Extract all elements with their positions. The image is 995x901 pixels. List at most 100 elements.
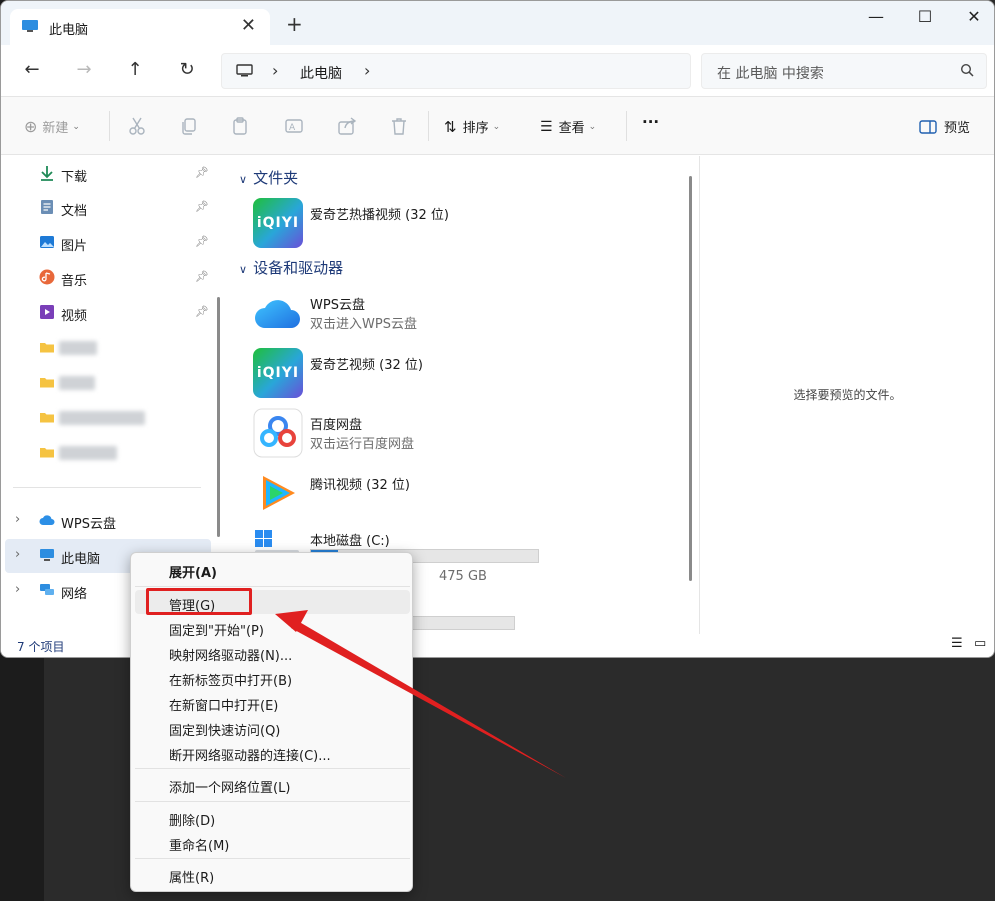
preview-pane-button[interactable]: 预览 — [919, 117, 970, 136]
item-name: 爱奇艺视频 (32 位) — [310, 358, 423, 373]
sidebar-item-label: 音乐 — [61, 274, 88, 289]
network-icon — [40, 584, 54, 595]
sidebar-item-label: 网络 — [61, 587, 88, 602]
iqiyi-icon: iQIYI — [253, 198, 303, 248]
device-item[interactable]: iQIYI 爱奇艺视频 (32 位) — [253, 348, 693, 400]
details-view-icon[interactable]: ☰ — [951, 636, 963, 651]
redacted-label — [59, 446, 117, 460]
toolbar-divider — [626, 111, 627, 141]
view-list-icon: ☰ — [540, 118, 553, 135]
sidebar-item-label: 下载 — [61, 170, 88, 185]
delete-icon[interactable] — [389, 116, 409, 136]
content-scrollbar[interactable] — [689, 176, 692, 581]
preview-message: 选择要预览的文件。 — [793, 388, 902, 402]
copy-icon[interactable] — [179, 116, 199, 136]
forward-button[interactable]: → — [72, 59, 96, 80]
device-item[interactable]: 百度网盘 双击运行百度网盘 — [253, 408, 693, 460]
minimize-button[interactable]: — — [856, 7, 896, 26]
menu-item-open-new-window[interactable]: 在新窗口中打开(E) — [169, 695, 278, 714]
preview-pane: 选择要预览的文件。 — [699, 156, 994, 634]
sidebar-item-pictures[interactable]: 图片 📌︎ — [1, 226, 211, 260]
sidebar-item-redacted-folder[interactable] — [1, 401, 211, 435]
search-input[interactable]: 在 此电脑 中搜索 — [717, 63, 824, 83]
paste-icon[interactable] — [231, 116, 251, 136]
tab-this-pc[interactable]: 此电脑 ✕ — [10, 9, 270, 45]
share-icon[interactable] — [337, 116, 357, 136]
sidebar-item-videos[interactable]: 视频 📌︎ — [1, 296, 211, 330]
new-tab-button[interactable]: + — [286, 14, 303, 34]
sidebar-item-music[interactable]: 音乐 📌︎ — [1, 261, 211, 295]
chevron-right-icon[interactable]: › — [272, 61, 278, 80]
search-box[interactable]: 在 此电脑 中搜索 — [701, 53, 987, 89]
tab-close-icon[interactable]: ✕ — [241, 15, 256, 36]
breadcrumb-this-pc[interactable]: 此电脑 — [300, 63, 342, 83]
menu-item-expand[interactable]: 展开(A) — [169, 562, 217, 581]
music-icon — [39, 269, 55, 285]
chevron-down-icon: ∨ — [239, 173, 248, 186]
pin-icon[interactable]: 📌︎ — [195, 270, 209, 283]
sort-button-label: 排序 — [462, 121, 489, 136]
sort-button[interactable]: ⇅ 排序 ⌄ — [444, 117, 500, 137]
menu-item-delete[interactable]: 删除(D) — [169, 810, 215, 829]
cloud-icon — [39, 515, 55, 525]
up-button[interactable]: ↑ — [123, 59, 147, 80]
sidebar-item-redacted-folder[interactable] — [1, 366, 211, 400]
menu-item-disconnect-network-drive[interactable]: 断开网络驱动器的连接(C)... — [169, 745, 331, 764]
maximize-button[interactable]: ☐ — [905, 7, 945, 26]
address-bar[interactable]: › 此电脑 › — [221, 53, 691, 89]
group-header-devices[interactable]: ∨ 设备和驱动器 — [239, 257, 343, 278]
sidebar-item-label: WPS云盘 — [61, 517, 116, 532]
menu-item-pin-quick-access[interactable]: 固定到快速访问(Q) — [169, 720, 280, 739]
chevron-right-icon[interactable]: › — [15, 512, 20, 527]
pictures-icon — [40, 236, 54, 248]
menu-item-open-new-tab[interactable]: 在新标签页中打开(B) — [169, 670, 292, 689]
pin-icon[interactable]: 📌︎ — [195, 166, 209, 179]
sidebar-item-wps-cloud[interactable]: › WPS云盘 — [1, 504, 211, 538]
menu-item-pin-to-start[interactable]: 固定到"开始"(P) — [169, 620, 264, 639]
chevron-down-icon: ⌄ — [72, 121, 80, 132]
title-bar: 此电脑 ✕ + — ☐ ✕ — [1, 1, 994, 45]
sidebar-item-label: 图片 — [61, 239, 88, 254]
group-header-label: 文件夹 — [253, 169, 299, 187]
refresh-button[interactable]: ↻ — [175, 59, 199, 80]
sidebar-item-redacted-folder[interactable] — [1, 331, 211, 365]
group-header-folders[interactable]: ∨ 文件夹 — [239, 167, 298, 188]
navigation-bar: ← → ↑ ↻ › 此电脑 › 在 此电脑 中搜索 — [1, 45, 994, 97]
chevron-down-icon: ⌄ — [588, 121, 597, 132]
back-button[interactable]: ← — [20, 59, 44, 80]
menu-item-properties[interactable]: 属性(R) — [169, 867, 214, 886]
view-button[interactable]: ☰ 查看 ⌄ — [540, 117, 597, 137]
rename-icon[interactable]: A — [284, 116, 304, 136]
sidebar-scrollbar[interactable] — [217, 297, 220, 537]
folder-item[interactable]: iQIYI 爱奇艺热播视频 (32 位) — [253, 198, 693, 250]
chevron-right-icon[interactable]: › — [364, 61, 370, 80]
sidebar-item-downloads[interactable]: 下载 📌︎ — [1, 157, 211, 191]
device-item[interactable]: WPS云盘 双击进入WPS云盘 — [253, 288, 693, 340]
sidebar-item-redacted-folder[interactable] — [1, 436, 211, 470]
menu-divider — [135, 858, 410, 859]
close-window-button[interactable]: ✕ — [954, 7, 994, 26]
chevron-right-icon[interactable]: › — [15, 547, 20, 562]
pin-icon[interactable]: 📌︎ — [195, 235, 209, 248]
sidebar-item-documents[interactable]: 文档 📌︎ — [1, 191, 211, 225]
pin-icon[interactable]: 📌︎ — [195, 200, 209, 213]
chevron-right-icon[interactable]: › — [15, 582, 20, 597]
item-name: WPS云盘 — [310, 298, 365, 313]
cut-icon[interactable] — [127, 116, 147, 136]
redacted-label — [59, 341, 97, 355]
new-button[interactable]: ⊕ 新建 ⌄ — [24, 117, 80, 136]
menu-item-map-network-drive[interactable]: 映射网络驱动器(N)... — [169, 645, 292, 664]
document-icon — [41, 200, 53, 214]
menu-item-rename[interactable]: 重命名(M) — [169, 835, 229, 854]
menu-divider — [135, 768, 410, 769]
highlight-box — [146, 588, 252, 615]
menu-item-add-network-location[interactable]: 添加一个网络位置(L) — [169, 777, 290, 796]
item-name: 百度网盘 — [310, 418, 363, 433]
preview-pane-icon — [919, 119, 937, 134]
view-button-label: 查看 — [558, 121, 585, 136]
device-item[interactable]: 腾讯视频 (32 位) — [253, 468, 693, 520]
more-options-button[interactable]: ··· — [642, 113, 659, 131]
sidebar-item-label: 此电脑 — [61, 552, 101, 567]
pin-icon[interactable]: 📌︎ — [195, 305, 209, 318]
tiles-view-icon[interactable]: ▭ — [974, 636, 986, 651]
